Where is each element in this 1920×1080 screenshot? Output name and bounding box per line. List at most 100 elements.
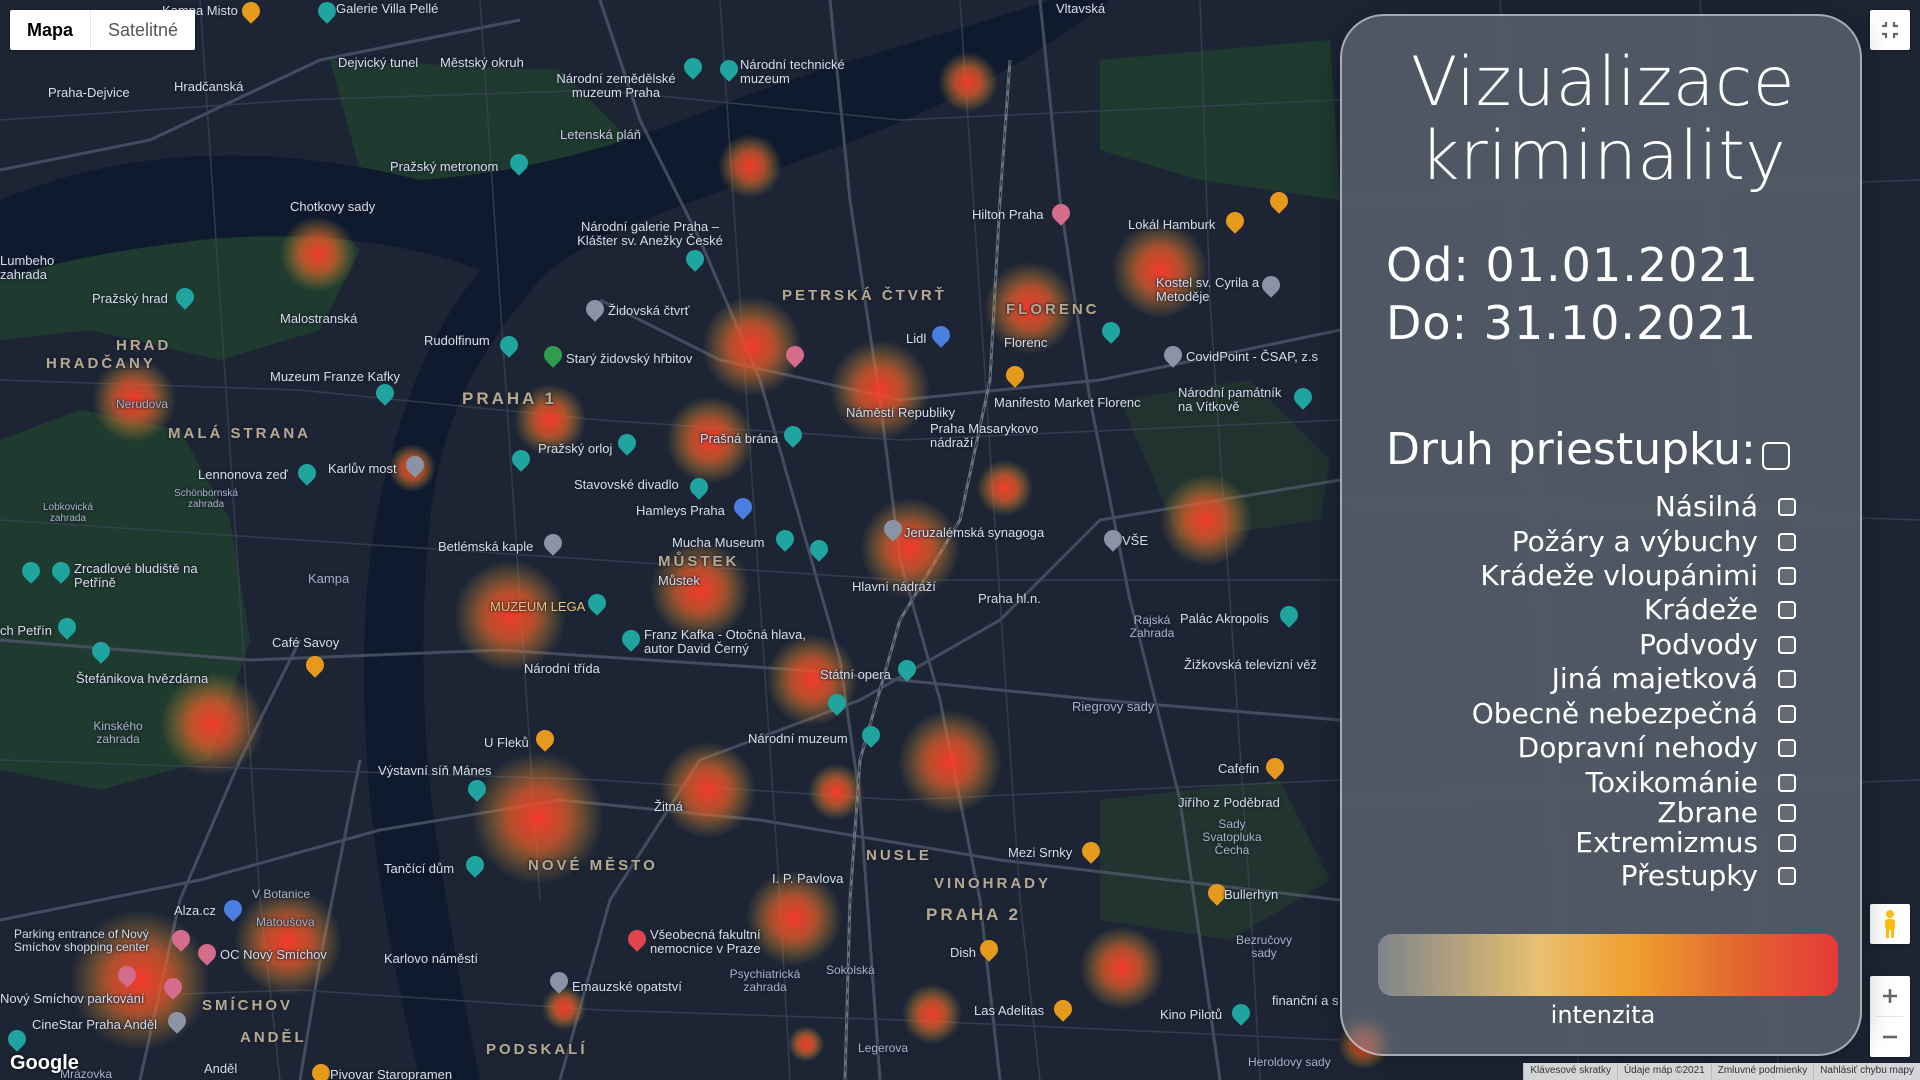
- map-label: Bullerhyn: [1224, 887, 1279, 902]
- map-label: Matoušova: [256, 915, 315, 929]
- crime-type-row[interactable]: Extremizmus: [1575, 826, 1796, 859]
- map-label: Sady Svatopluka Čecha: [1202, 817, 1262, 858]
- crime-type-checkbox[interactable]: [1778, 532, 1796, 551]
- map-label: Lidl: [906, 331, 927, 346]
- crime-type-label: Požáry a výbuchy: [1511, 525, 1758, 558]
- map-label: Palác Akropolis: [1180, 611, 1269, 626]
- crime-type-checkbox[interactable]: [1778, 833, 1796, 852]
- map-label: Městský okruh: [440, 55, 524, 70]
- intensity-gradient-legend: [1378, 934, 1838, 996]
- map-label: Rajská Zahrada: [1129, 613, 1175, 641]
- report-error-link[interactable]: Nahlásiť chybu mapy: [1813, 1063, 1920, 1080]
- map-label: Lokál Hamburk: [1128, 217, 1216, 232]
- google-logo[interactable]: Google: [10, 1052, 79, 1075]
- map-label: Lennonova zeď: [198, 467, 288, 482]
- map-label: V Botanice: [252, 887, 311, 901]
- map-label: Schönbornská zahrada: [174, 488, 238, 510]
- crime-type-row[interactable]: Krádeže: [1644, 593, 1796, 626]
- map-label: Výstavní síň Mánes: [378, 763, 492, 778]
- crime-type-row[interactable]: Obecně nebezpečná: [1472, 697, 1796, 730]
- panel-title-line: kriminality: [1419, 117, 1787, 196]
- crime-type-checkbox[interactable]: [1778, 704, 1796, 723]
- map-label: I. P. Pavlova: [772, 871, 844, 886]
- crime-type-checkbox[interactable]: [1778, 669, 1796, 688]
- street-label: Sokolská: [826, 963, 875, 977]
- map-label: Betlémská kaple: [438, 539, 534, 554]
- map-label: Dejvický tunel: [338, 55, 419, 70]
- district-label: HRAD: [116, 337, 172, 354]
- crime-type-row[interactable]: Požáry a výbuchy: [1512, 525, 1796, 558]
- crime-type-checkbox[interactable]: [1778, 600, 1796, 619]
- zoom-in-button[interactable]: [1870, 976, 1910, 1016]
- fullscreen-button[interactable]: [1870, 10, 1910, 50]
- crime-type-checkbox[interactable]: [1778, 866, 1796, 885]
- crime-type-label: Násilná: [1654, 490, 1758, 523]
- map-label: Psychiatrická zahrada: [729, 967, 801, 995]
- map-label: Emauzské opatství: [572, 979, 682, 994]
- crime-type-checkbox[interactable]: [1778, 566, 1796, 585]
- select-all-checkbox[interactable]: [1762, 442, 1790, 470]
- map-label: MUZEUM LEGA: [490, 599, 586, 614]
- map-label: Kinského zahrada: [93, 719, 143, 747]
- street-label: Legerova: [858, 1041, 909, 1055]
- crime-type-row[interactable]: Přestupky: [1621, 859, 1796, 892]
- map-label: Cafefin: [1218, 761, 1260, 776]
- crime-type-heading: Druh priestupku:: [1386, 424, 1756, 475]
- map-label: Muzeum Franze Kafky: [270, 369, 401, 384]
- map-label: Lobkovická zahrada: [42, 502, 94, 524]
- map-label: Galerie Villa Pellé: [336, 1, 439, 16]
- map-label: Žitná: [654, 799, 683, 814]
- map-label: Stavovské divadlo: [574, 477, 679, 492]
- crime-type-checkbox[interactable]: [1778, 497, 1796, 516]
- map-label: Pražský hrad: [92, 291, 168, 306]
- crime-type-checkbox[interactable]: [1778, 635, 1796, 654]
- map-label: Židovská čtvrť: [608, 303, 690, 318]
- panel-title: Vizualizace kriminality: [1342, 46, 1860, 196]
- map-type-satellite-button[interactable]: Satelitné: [91, 10, 195, 50]
- crime-type-row[interactable]: Podvody: [1639, 628, 1796, 661]
- crime-filter-panel: Vizualizace kriminality Od: 01.01.2021 D…: [1340, 14, 1862, 1056]
- map-label: Mucha Museum: [672, 535, 765, 550]
- map-label: Kino Pilotů: [1160, 1007, 1223, 1022]
- map-label: Dish: [950, 945, 977, 960]
- district-label: PETRSKÁ ČTVRŤ: [782, 287, 947, 304]
- map-label: Manifesto Market Florenc: [994, 395, 1141, 410]
- crime-type-row[interactable]: Krádeže vloupánimi: [1480, 559, 1796, 592]
- crime-type-label: Dopravní nehody: [1517, 731, 1758, 764]
- date-from[interactable]: Od: 01.01.2021: [1386, 238, 1759, 292]
- map-label: Bezručovy sady: [1235, 933, 1293, 961]
- map-label: Národní třída: [524, 661, 600, 676]
- crime-type-label: Toxikománie: [1585, 766, 1759, 799]
- crime-type-row[interactable]: Dopravní nehody: [1518, 731, 1796, 764]
- district-label: MŮSTEK: [658, 553, 740, 570]
- keyboard-shortcuts-link[interactable]: Klávesové skratky: [1523, 1063, 1617, 1080]
- crime-type-checkbox[interactable]: [1778, 773, 1796, 792]
- crime-type-row[interactable]: Násilná: [1655, 490, 1796, 523]
- map-label: Jeruzalémská synagoga: [904, 525, 1045, 540]
- date-to[interactable]: Do: 31.10.2021: [1386, 296, 1757, 350]
- zoom-out-button[interactable]: [1870, 1017, 1910, 1057]
- map-label: Žižkovská televizní věž: [1184, 657, 1317, 672]
- crime-type-row[interactable]: Zbrane: [1657, 796, 1796, 829]
- map-type-map-button[interactable]: Mapa: [10, 10, 92, 50]
- map-label: OC Nový Smíchov: [220, 947, 327, 962]
- district-label: NOVÉ MĚSTO: [528, 857, 658, 874]
- map-label: Rudolfinum: [424, 333, 490, 348]
- map-label: Tančící dům: [384, 861, 455, 876]
- map-label: Praha hl.n.: [978, 591, 1041, 606]
- zoom-control: [1870, 976, 1910, 1057]
- map-label: Heroldovy sady: [1248, 1055, 1331, 1069]
- map-label: Karlovo náměstí: [384, 951, 478, 966]
- crime-type-label: Jiná majetková: [1551, 662, 1758, 695]
- crime-type-checkbox[interactable]: [1778, 738, 1796, 757]
- crime-type-checkbox[interactable]: [1778, 803, 1796, 822]
- map-label: Franz Kafka - Otočná hlava, autor David …: [644, 627, 806, 657]
- crime-type-row[interactable]: Jiná majetková: [1552, 662, 1796, 695]
- map-label: Všeobecná fakultní nemocnice v Praze: [650, 927, 761, 957]
- map-label: Café Savoy: [272, 635, 340, 650]
- map-label: Vltavská: [1056, 1, 1106, 16]
- street-view-button[interactable]: [1870, 904, 1910, 944]
- terms-link[interactable]: Zmluvné podmienky: [1710, 1063, 1813, 1080]
- crime-type-row[interactable]: Toxikománie: [1585, 766, 1796, 799]
- map-label: Pražský orloj: [538, 441, 613, 456]
